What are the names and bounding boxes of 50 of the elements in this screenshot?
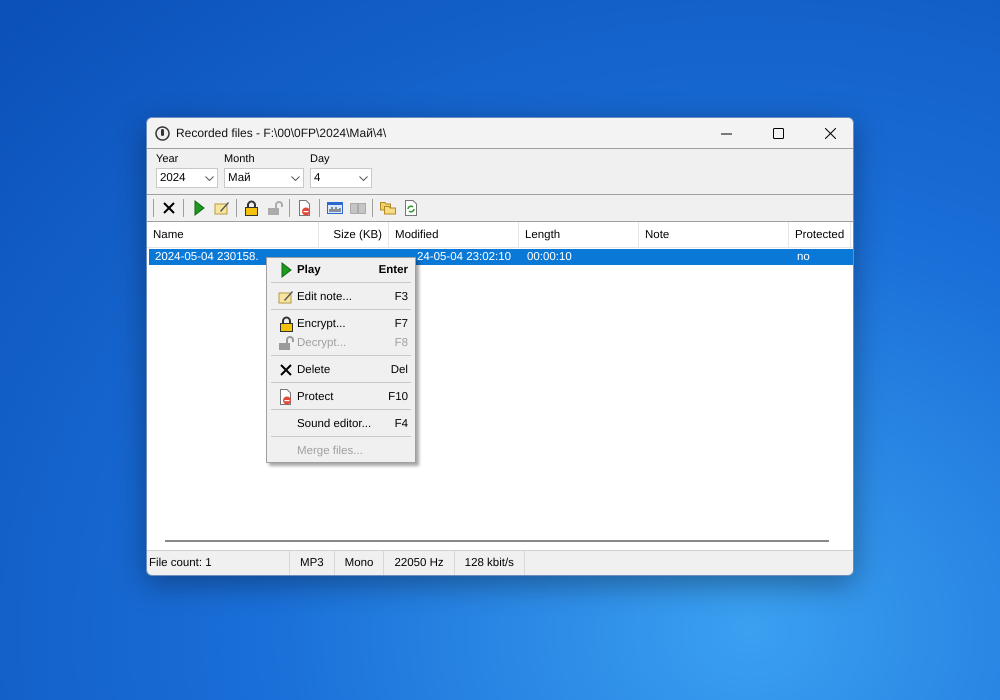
column-header[interactable]: Modified <box>389 222 519 247</box>
menu-item[interactable]: Protect F10 <box>269 387 413 406</box>
filter-label: Day <box>310 153 331 165</box>
column-header[interactable]: Name <box>147 222 319 247</box>
filter-dropdown[interactable]: Май <box>224 168 304 188</box>
filter-dropdown[interactable]: 2024 <box>156 168 218 188</box>
pencil-note-icon <box>214 201 230 215</box>
refresh-document-icon <box>404 200 418 216</box>
padlock-icon <box>244 200 259 216</box>
column-header[interactable]: Note <box>639 222 789 247</box>
merge-icon <box>350 201 366 215</box>
scrollbar-track[interactable] <box>165 540 829 542</box>
filter-label: Month <box>224 153 256 165</box>
table-cell-text: 2024-05-04 230158. <box>154 250 260 265</box>
chevron-down-icon <box>205 176 214 180</box>
column-header[interactable]: Length <box>519 222 639 247</box>
menu-item[interactable]: Edit note... F3 <box>269 287 413 306</box>
play-icon <box>280 262 292 278</box>
column-header[interactable]: Size (KB) <box>319 222 389 247</box>
waveform-icon <box>326 201 342 215</box>
status-field: MP3 <box>290 551 335 575</box>
column-header[interactable]: Protected <box>789 222 851 247</box>
delete-icon <box>162 201 176 215</box>
chevron-down-icon <box>291 176 300 180</box>
play-icon <box>192 200 204 216</box>
table-cell-text: 24-05-04 23:02:10 <box>416 250 512 265</box>
pencil-note-icon <box>278 290 294 304</box>
maximize-icon <box>772 128 784 138</box>
document-stop-icon <box>279 388 293 404</box>
open-padlock-icon <box>266 200 282 216</box>
window-title: Recorded files - F:\00\0FP\2024\Май\4\ <box>176 126 388 140</box>
status-field: Mono <box>334 551 384 575</box>
padlock-icon <box>278 316 294 332</box>
chevron-down-icon <box>359 176 368 180</box>
app-icon <box>155 126 170 140</box>
close-icon <box>824 128 836 138</box>
delete-icon <box>279 362 293 376</box>
open-padlock-icon <box>278 334 294 350</box>
menu-item[interactable]: Encrypt... F7 <box>269 314 413 333</box>
folders-icon <box>380 201 396 215</box>
table-cell-text: no <box>796 250 811 265</box>
status-field: File count: 1 <box>147 551 290 575</box>
filter-label: Year <box>156 153 180 165</box>
menu-item[interactable]: Sound editor... F4 <box>269 414 413 433</box>
menu-item[interactable]: Delete Del <box>269 360 413 379</box>
filter-dropdown[interactable]: 4 <box>310 168 372 188</box>
status-field: 128 kbit/s <box>454 551 525 575</box>
table-cell-text: 00:00:10 <box>526 250 573 265</box>
document-stop-icon <box>298 200 312 216</box>
status-field: 22050 Hz <box>384 551 455 575</box>
